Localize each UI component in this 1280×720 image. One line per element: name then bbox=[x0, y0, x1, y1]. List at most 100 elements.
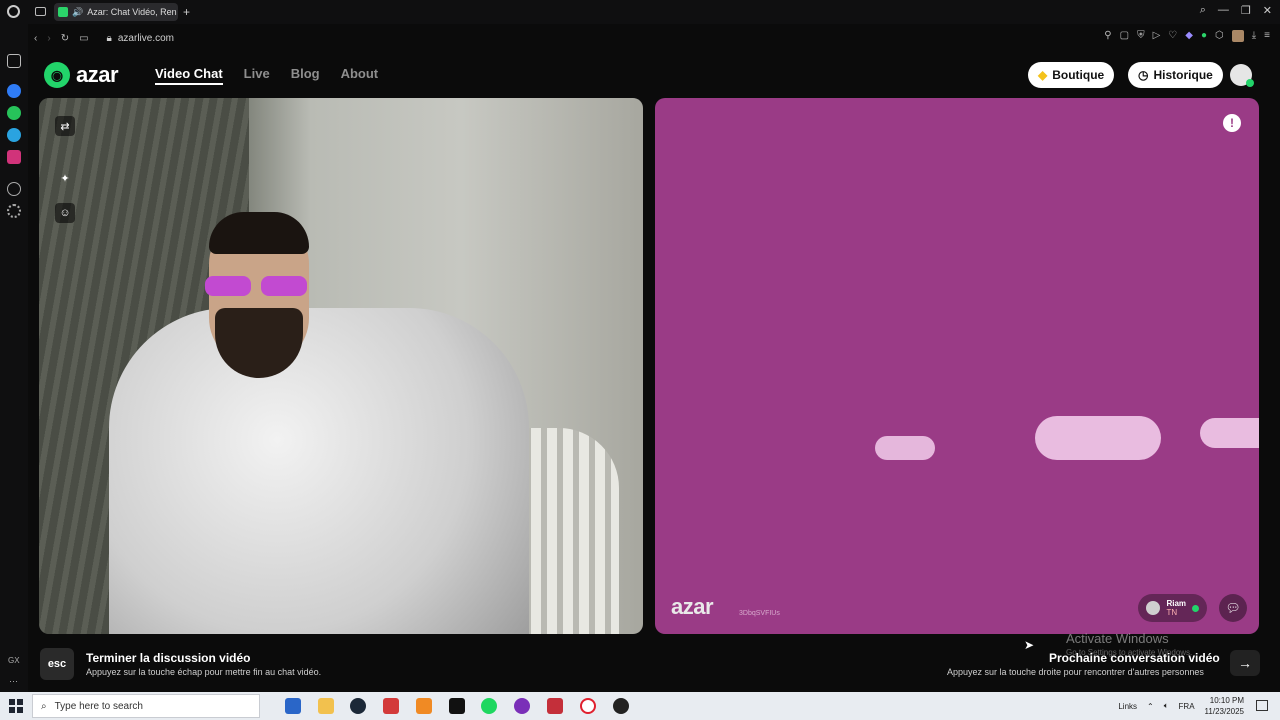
heart-icon[interactable]: ♡ bbox=[1168, 30, 1177, 42]
app-dark-icon[interactable] bbox=[613, 698, 629, 714]
chat-button[interactable]: 💬︎ bbox=[1219, 594, 1247, 622]
sunglasses bbox=[205, 276, 311, 298]
telegram-icon[interactable] bbox=[7, 128, 21, 142]
start-button[interactable] bbox=[9, 699, 23, 713]
remote-light-blob bbox=[875, 436, 935, 460]
downloads-icon[interactable]: ⤓ bbox=[1252, 30, 1256, 42]
clock-icon: ◷ bbox=[1138, 68, 1149, 82]
spotify-icon[interactable] bbox=[481, 698, 497, 714]
screenshot-icon[interactable]: ▭ bbox=[79, 33, 88, 44]
url-field[interactable]: 🔒︎ azarlive.com bbox=[107, 33, 174, 44]
clock-time: 10:10 PM bbox=[1209, 696, 1244, 705]
site-header: ◉ azar Video Chat Live Blog About ◆ Bout… bbox=[28, 54, 1280, 96]
speaker-icon[interactable]: 🔊 bbox=[72, 7, 83, 18]
opera-gx-icon[interactable] bbox=[514, 698, 530, 714]
gem-icon: ◆ bbox=[1038, 68, 1048, 82]
notifications-icon[interactable] bbox=[1256, 700, 1268, 711]
nav-live[interactable]: Live bbox=[244, 66, 270, 85]
extension-toolbar: ⚲ ▢ ⛨ ▷ ♡ ◆ ● ⬡ ⤓ ≡ bbox=[1104, 30, 1270, 42]
esc-key-button[interactable]: esc bbox=[40, 648, 74, 680]
nav-video-chat[interactable]: Video Chat bbox=[155, 66, 223, 85]
person-torso bbox=[109, 308, 529, 634]
tradingview-icon[interactable] bbox=[449, 698, 465, 714]
browser-tabstrip: 🔊 Azar: Chat Vidéo, Ren + ⌕ — ❐ ✕ bbox=[0, 0, 1280, 24]
gx-label-icon[interactable]: GX bbox=[8, 656, 20, 665]
next-chat-button[interactable]: → bbox=[1230, 650, 1260, 676]
new-tab-button[interactable]: + bbox=[183, 5, 190, 19]
steam-icon[interactable] bbox=[350, 698, 366, 714]
taskbar-clock[interactable]: 10:10 PM 11/23/2025 bbox=[1205, 695, 1244, 717]
aria-sidebar-icon[interactable] bbox=[7, 54, 21, 68]
lang-label[interactable]: FRA bbox=[1179, 702, 1195, 711]
search-tabs-icon[interactable]: ⌕ bbox=[1200, 4, 1206, 17]
chat-bubble-icon: 💬︎ bbox=[1225, 601, 1241, 615]
menu-icon[interactable]: ≡ bbox=[1264, 30, 1270, 42]
verified-icon bbox=[1192, 604, 1199, 612]
remote-light-blob bbox=[1035, 416, 1161, 460]
tab-overview-icon[interactable] bbox=[35, 7, 46, 16]
report-button[interactable]: ! bbox=[1223, 114, 1241, 132]
taskbar-search[interactable]: ⌕ Type here to search bbox=[32, 694, 260, 718]
peer-info-chip[interactable]: Riam TN bbox=[1138, 594, 1207, 622]
opera-icon[interactable] bbox=[580, 698, 596, 714]
pin-icon[interactable]: ⚲ bbox=[1104, 30, 1111, 42]
sticker-button[interactable]: ☺ bbox=[55, 203, 75, 223]
azar-watermark: azar bbox=[671, 594, 714, 619]
boutique-button[interactable]: ◆ Boutique bbox=[1028, 62, 1115, 88]
profile-icon[interactable] bbox=[1231, 30, 1244, 42]
person-hair bbox=[209, 212, 309, 254]
peer-country: TN bbox=[1166, 608, 1178, 617]
taskbar-search-placeholder: Type here to search bbox=[54, 700, 143, 712]
volume-icon[interactable]: 🔈︎ bbox=[1164, 701, 1169, 711]
end-chat-subtitle: Appuyez sur la touche échap pour mettre … bbox=[86, 667, 322, 677]
remote-light-blob bbox=[1200, 418, 1259, 448]
remote-video: ! azar 3DbqSVFIUs Riam TN 💬︎ bbox=[655, 98, 1259, 634]
maximize-button[interactable]: ❐ bbox=[1241, 4, 1251, 17]
lock-icon: 🔒︎ bbox=[106, 32, 112, 44]
play-icon[interactable]: ▷ bbox=[1153, 30, 1161, 42]
back-button[interactable]: ‹ bbox=[34, 33, 37, 44]
messenger-icon[interactable] bbox=[7, 84, 21, 98]
system-tray: Links ⌃ 🔈︎ FRA 10:10 PM 11/23/2025 bbox=[1118, 695, 1244, 717]
azar-logo[interactable]: ◉ azar bbox=[44, 62, 119, 88]
minimize-button[interactable]: — bbox=[1218, 4, 1229, 17]
azar-favicon-icon bbox=[58, 7, 68, 17]
app-orange-icon[interactable] bbox=[416, 698, 432, 714]
switch-camera-button[interactable]: ⇄ bbox=[55, 116, 75, 136]
extensions-icon[interactable]: ⬡ bbox=[1215, 30, 1224, 42]
instagram-icon[interactable] bbox=[7, 150, 21, 164]
extension-badge-icon[interactable]: ● bbox=[1201, 30, 1207, 42]
clock-date: 11/23/2025 bbox=[1204, 707, 1244, 716]
extensions-sidebar-icon[interactable] bbox=[7, 182, 21, 196]
close-window-button[interactable]: ✕ bbox=[1263, 4, 1272, 17]
effects-button[interactable]: ✦ bbox=[55, 168, 75, 188]
settings-sidebar-icon[interactable] bbox=[7, 204, 21, 218]
more-sidebar-icon[interactable]: ⋯ bbox=[9, 676, 18, 687]
whatsapp-icon[interactable] bbox=[7, 106, 21, 120]
user-avatar[interactable] bbox=[1230, 64, 1254, 87]
links-label[interactable]: Links bbox=[1118, 702, 1137, 711]
store-app-icon[interactable] bbox=[285, 698, 301, 714]
url-text: azarlive.com bbox=[117, 32, 174, 44]
forward-button[interactable]: › bbox=[47, 33, 50, 44]
nav-about[interactable]: About bbox=[341, 66, 379, 85]
historique-button[interactable]: ◷ Historique bbox=[1128, 62, 1223, 88]
search-icon: ⌕ bbox=[41, 700, 47, 712]
app-red-icon[interactable] bbox=[383, 698, 399, 714]
snapshot-icon[interactable]: ▢ bbox=[1120, 30, 1129, 42]
chevron-up-icon[interactable]: ⌃ bbox=[1147, 702, 1154, 711]
opera-logo-icon[interactable] bbox=[7, 5, 20, 18]
shield-icon[interactable]: ⛨ bbox=[1137, 30, 1145, 42]
reload-button[interactable]: ↻ bbox=[61, 33, 69, 44]
aria-icon[interactable]: ◆ bbox=[1185, 30, 1193, 42]
app-red2-icon[interactable] bbox=[547, 698, 563, 714]
window-controls: ⌕ — ❐ ✕ bbox=[1200, 4, 1272, 17]
browser-tab-azar[interactable]: 🔊 Azar: Chat Vidéo, Ren bbox=[54, 3, 178, 21]
tab-title: Azar: Chat Vidéo, Ren bbox=[87, 7, 177, 17]
boutique-label: Boutique bbox=[1052, 68, 1105, 82]
azar-logo-icon: ◉ bbox=[44, 62, 70, 88]
browser-sidebar: GX ⋯ bbox=[0, 24, 28, 692]
nav-blog[interactable]: Blog bbox=[291, 66, 320, 85]
file-explorer-icon[interactable] bbox=[318, 698, 334, 714]
historique-label: Historique bbox=[1153, 68, 1213, 82]
